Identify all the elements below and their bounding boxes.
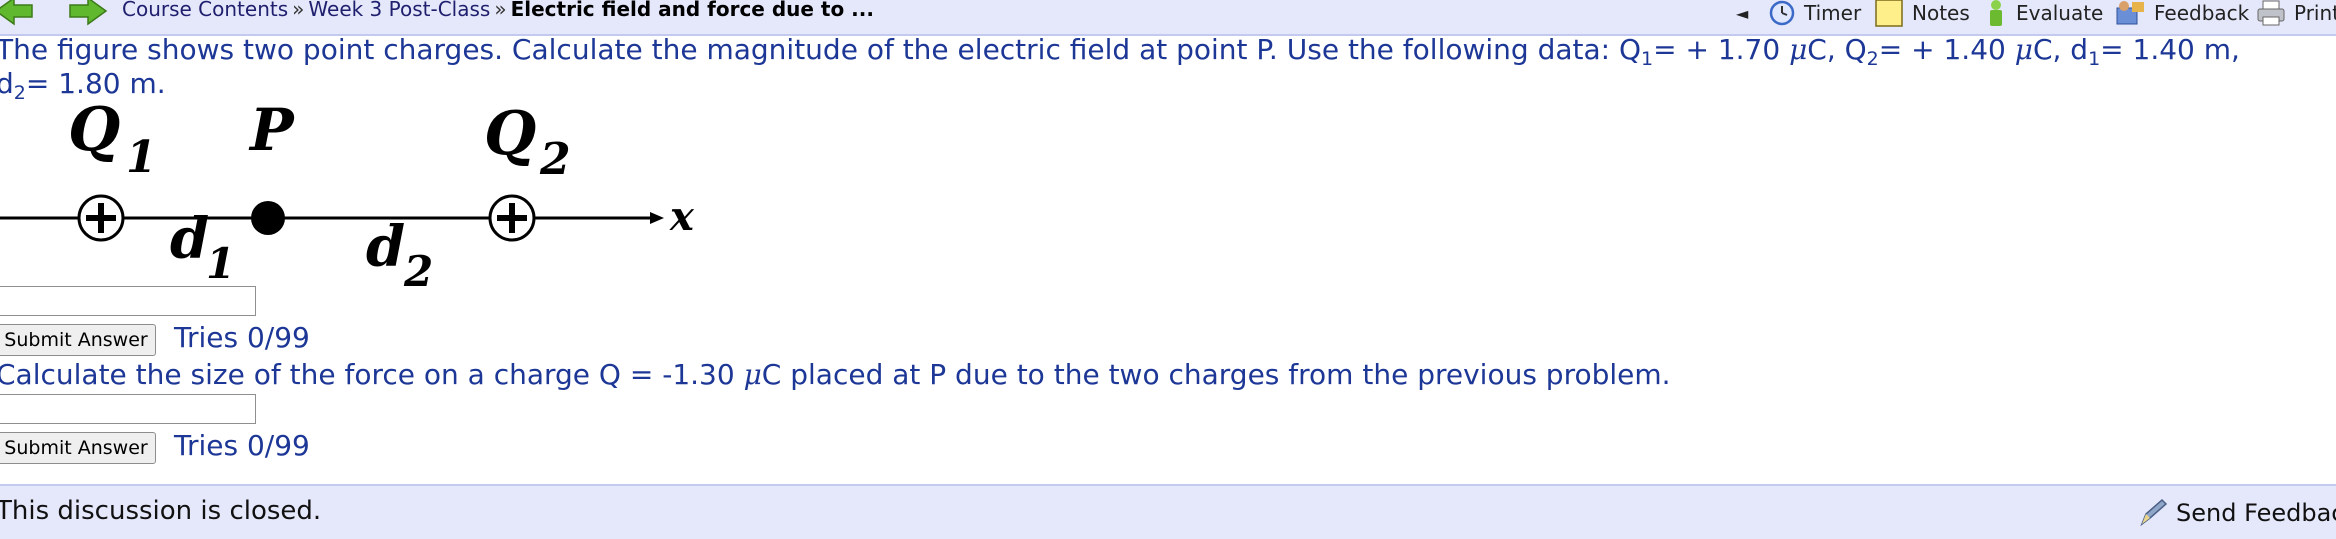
notes-button[interactable]: Notes	[1874, 0, 1970, 30]
q2-index: 2	[539, 134, 571, 185]
d1-label: d	[170, 206, 209, 272]
two-charges-figure: x Q 1 P Q 2 d 1 d 2	[0, 100, 695, 290]
problem2-submit-button[interactable]: Submit Answer	[0, 432, 156, 464]
charge-q2	[488, 194, 536, 242]
triangle-left-icon: ◄	[1736, 3, 1749, 23]
x-axis-label: x	[669, 193, 695, 240]
pen-feedback-icon	[2140, 498, 2168, 527]
axis-arrowhead	[650, 212, 664, 224]
back-arrow-icon[interactable]	[0, 0, 36, 28]
evaluate-button[interactable]: Evaluate	[1984, 0, 2103, 30]
forward-arrow-icon[interactable]	[66, 0, 110, 28]
timer-button[interactable]: Timer	[1768, 0, 1861, 30]
discussion-closed-text: This discussion is closed.	[0, 496, 322, 526]
breadcrumb-current-page: Electric field and force due to ...	[510, 0, 874, 21]
notes-icon	[1875, 0, 1903, 27]
clock-icon	[1769, 0, 1795, 26]
charge-q1	[77, 194, 125, 242]
send-feedback-label: Send Feedback	[2176, 499, 2336, 527]
problem1-text-line2: d2= 1.80 m.	[0, 67, 166, 104]
d2-label: d	[366, 214, 405, 280]
point-p-label: P	[248, 100, 295, 164]
point-p	[251, 201, 285, 235]
evaluate-label: Evaluate	[2016, 1, 2104, 25]
problem1-submit-button[interactable]: Submit Answer	[0, 324, 156, 356]
feedback-icon	[2116, 1, 2144, 25]
q2-label: Q	[484, 100, 536, 169]
collapse-tools-toggle[interactable]: ◄	[1736, 0, 1748, 30]
breadcrumb: Course Contents» Week 3 Post-Class» Electr…	[122, 0, 874, 21]
evaluate-icon	[1990, 0, 2002, 26]
discussion-footer: This discussion is closed. Send Feedback	[0, 484, 2336, 539]
printer-icon	[2257, 0, 2285, 26]
d2-index: 2	[403, 247, 433, 290]
q1-index: 1	[126, 132, 157, 183]
send-feedback-link[interactable]: Send Feedback	[2136, 496, 2336, 530]
q1-label: Q	[68, 100, 120, 165]
feedback-button[interactable]: Feedback	[2114, 0, 2249, 30]
problem1-tries-counter: Tries 0/99	[174, 321, 310, 354]
d1-index: 1	[206, 239, 235, 288]
breadcrumb-separator: »	[494, 0, 507, 21]
notes-label: Notes	[1912, 1, 1970, 25]
timer-label: Timer	[1804, 1, 1862, 25]
problem2-answer-input[interactable]	[0, 394, 256, 424]
breadcrumb-course-contents[interactable]: Course Contents	[122, 0, 288, 21]
feedback-label: Feedback	[2154, 1, 2250, 25]
problem2-tries-counter: Tries 0/99	[174, 429, 310, 462]
problem1-text-line1: The figure shows two point charges. Calc…	[0, 33, 2240, 70]
problem1-answer-input[interactable]	[0, 286, 256, 316]
print-button[interactable]: Print	[2256, 0, 2336, 30]
breadcrumb-separator: »	[292, 0, 305, 21]
breadcrumb-week3[interactable]: Week 3 Post-Class	[308, 0, 490, 21]
problem2-text: Calculate the size of the force on a cha…	[0, 358, 1671, 391]
print-label: Print	[2294, 1, 2336, 25]
